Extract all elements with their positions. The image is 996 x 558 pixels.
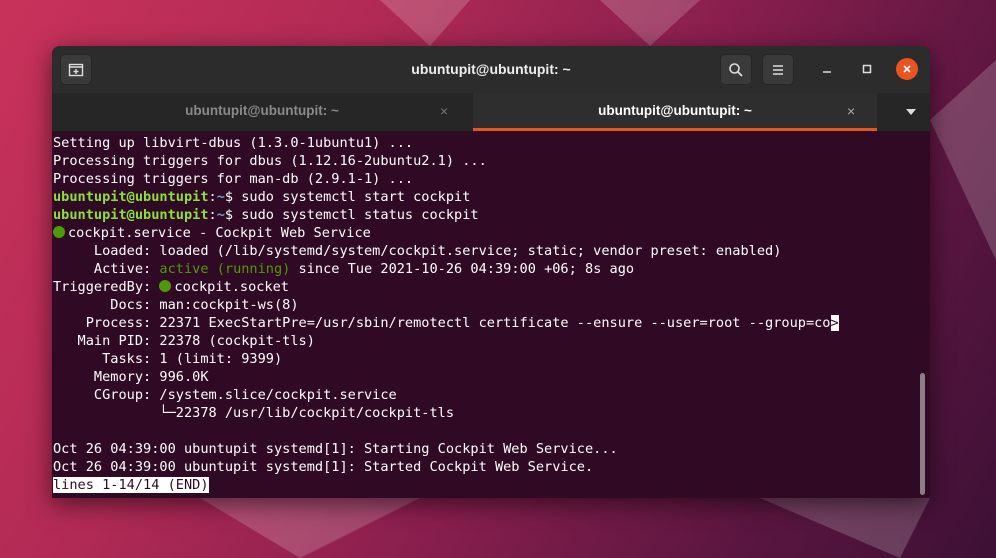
docs-line: Docs: man:cockpit-ws(8) bbox=[53, 297, 299, 313]
headerbar: ubuntupit@ubuntupit: ~ bbox=[52, 46, 930, 94]
cgroup-line: CGroup: /system.slice/cockpit.service bbox=[53, 387, 397, 403]
tab-2[interactable]: ubuntupit@ubuntupit: ~ × bbox=[473, 93, 877, 131]
prompt-dollar: $ bbox=[224, 189, 242, 205]
active-tab-indicator bbox=[473, 128, 877, 131]
terminal-line: Processing triggers for man-db (2.9.1-1)… bbox=[53, 171, 414, 187]
truncation-marker: > bbox=[830, 315, 839, 331]
prompt-line: ubuntupit@ubuntupit:~$ sudo systemctl st… bbox=[53, 188, 470, 206]
close-icon bbox=[903, 65, 911, 73]
tab-close-button[interactable]: × bbox=[847, 93, 855, 129]
cgroup-child-line: └─22378 /usr/lib/cockpit/cockpit-tls bbox=[53, 405, 455, 421]
service-name: cockpit.service - Cockpit Web Service bbox=[68, 225, 371, 241]
pager-status-text: lines 1-14/14 (END) bbox=[53, 477, 209, 493]
minimize-button[interactable] bbox=[816, 58, 838, 80]
command-text: sudo systemctl start cockpit bbox=[241, 189, 471, 205]
status-dot-icon bbox=[159, 280, 172, 292]
prompt-path: ~ bbox=[216, 207, 225, 223]
menu-button[interactable] bbox=[762, 54, 794, 85]
terminal-line: Setting up libvirt-dbus (1.3.0-1ubuntu1)… bbox=[53, 135, 414, 151]
window-title: ubuntupit@ubuntupit: ~ bbox=[411, 61, 571, 77]
terminal-output[interactable]: Setting up libvirt-dbus (1.3.0-1ubuntu1)… bbox=[52, 132, 930, 498]
triggered-label: TriggeredBy: bbox=[53, 279, 160, 295]
tab-close-button[interactable]: × bbox=[440, 93, 448, 129]
prompt-dollar: $ bbox=[224, 207, 242, 223]
tab-bar: ubuntupit@ubuntupit: ~ × ubuntupit@ubunt… bbox=[52, 93, 930, 132]
loaded-line: Loaded: loaded (/lib/systemd/system/cock… bbox=[53, 243, 782, 259]
log-line: Oct 26 04:39:00 ubuntupit systemd[1]: St… bbox=[53, 459, 594, 475]
prompt-user: ubuntupit@ubuntupit bbox=[53, 207, 209, 223]
active-since: since Tue 2021-10-26 04:39:00 +06; 8s ag… bbox=[290, 261, 635, 277]
triggered-value: cockpit.socket bbox=[174, 279, 289, 295]
prompt-line: ubuntupit@ubuntupit:~$ sudo systemctl st… bbox=[53, 206, 479, 224]
tasks-line: Tasks: 1 (limit: 9399) bbox=[53, 351, 283, 367]
active-line: Active: active (running) since Tue 2021-… bbox=[53, 260, 634, 278]
tab-label: ubuntupit@ubuntupit: ~ bbox=[598, 103, 752, 118]
search-button[interactable] bbox=[720, 54, 752, 85]
terminal-window: ubuntupit@ubuntupit: ~ ubuntupit@ubuntup… bbox=[52, 46, 930, 498]
memory-line: Memory: 996.0K bbox=[53, 369, 209, 385]
maximize-button[interactable] bbox=[856, 58, 878, 80]
triggered-line: TriggeredBy: cockpit.socket bbox=[53, 278, 289, 296]
maximize-icon bbox=[862, 64, 872, 74]
command-text: sudo systemctl status cockpit bbox=[241, 207, 479, 223]
search-icon bbox=[729, 62, 743, 77]
pager-status: lines 1-14/14 (END) bbox=[53, 476, 209, 494]
prompt-user: ubuntupit@ubuntupit bbox=[53, 189, 209, 205]
terminal-line: Processing triggers for dbus (1.12.16-2u… bbox=[53, 153, 487, 169]
minimize-icon bbox=[823, 71, 831, 73]
status-dot-icon bbox=[53, 226, 65, 238]
close-button[interactable] bbox=[896, 58, 918, 80]
active-state: active (running) bbox=[159, 261, 291, 277]
process-line: Process: 22371 ExecStartPre=/usr/sbin/re… bbox=[53, 314, 839, 332]
tab-label: ubuntupit@ubuntupit: ~ bbox=[185, 103, 339, 118]
service-header-line: cockpit.service - Cockpit Web Service bbox=[53, 224, 371, 242]
mainpid-line: Main PID: 22378 (cockpit-tls) bbox=[53, 333, 315, 349]
hamburger-menu-icon bbox=[773, 64, 783, 75]
process-text: Process: 22371 ExecStartPre=/usr/sbin/re… bbox=[53, 315, 831, 331]
scrollbar-thumb[interactable] bbox=[920, 373, 925, 495]
log-line: Oct 26 04:39:00 ubuntupit systemd[1]: St… bbox=[53, 441, 618, 457]
active-label: Active: bbox=[53, 261, 160, 277]
tab-list-dropdown-button[interactable] bbox=[892, 93, 930, 131]
chevron-down-icon bbox=[906, 109, 916, 115]
prompt-path: ~ bbox=[216, 189, 225, 205]
prompt-separator: : bbox=[208, 189, 217, 205]
tab-1[interactable]: ubuntupit@ubuntupit: ~ × bbox=[52, 93, 472, 131]
prompt-separator: : bbox=[208, 207, 217, 223]
